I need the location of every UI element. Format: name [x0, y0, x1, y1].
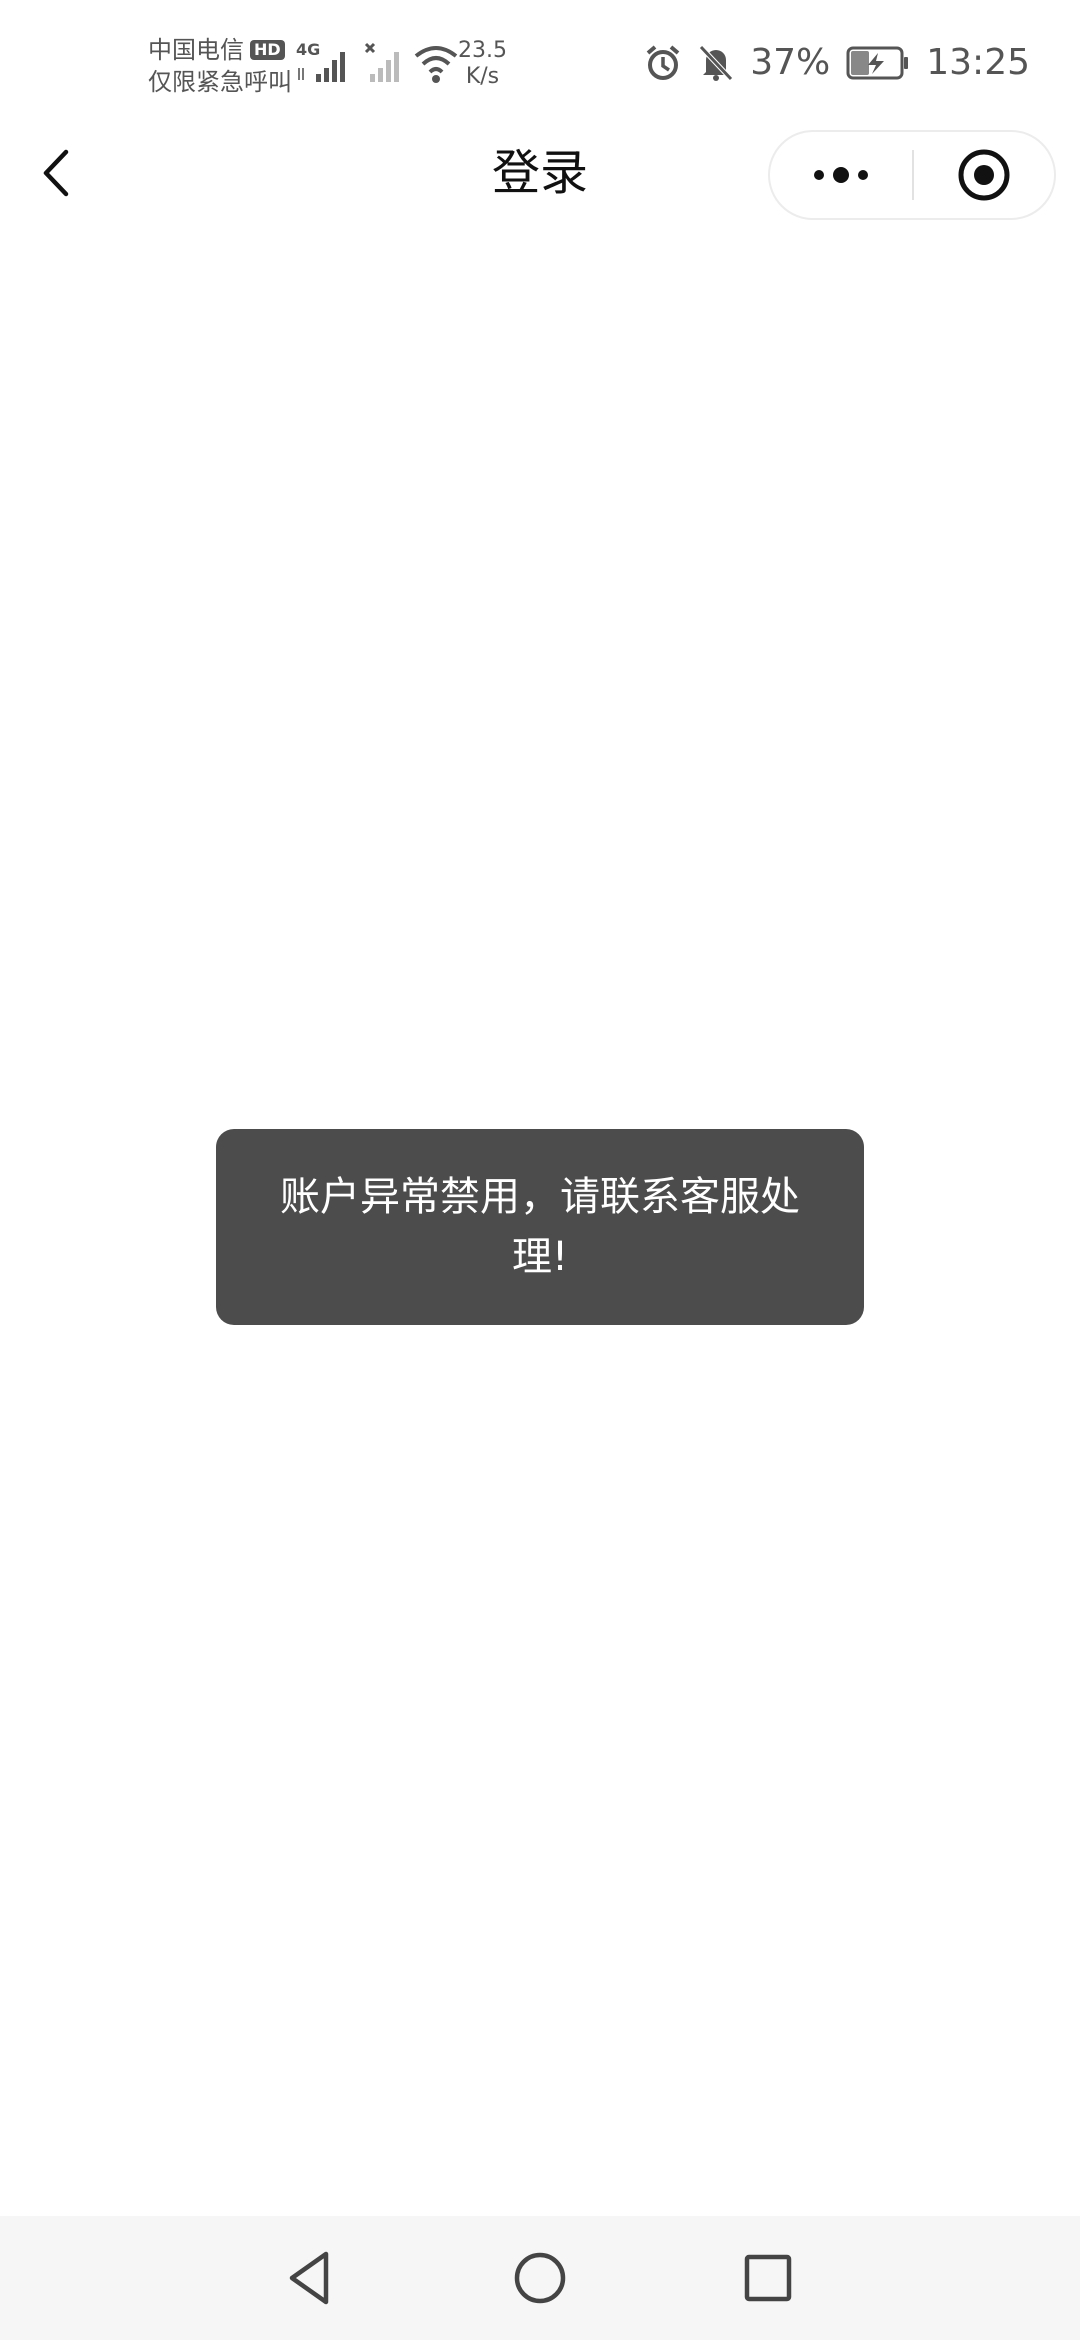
emergency-text: 仅限紧急呼叫: [148, 68, 292, 96]
battery-percent: 37%: [750, 42, 831, 83]
carrier-info: 中国电信 HD 仅限紧急呼叫: [148, 34, 292, 98]
alarm-icon: [646, 44, 680, 80]
battery-charging-icon: [846, 46, 909, 79]
hd-badge: HD: [250, 40, 285, 60]
square-recents-icon: [744, 2254, 792, 2302]
carrier-name: 中国电信: [148, 36, 244, 64]
system-back-button[interactable]: [282, 2248, 342, 2308]
status-bar: 中国电信 HD 仅限紧急呼叫 4G 23.5 K/s 37% 13:25: [0, 0, 1080, 130]
more-button[interactable]: [770, 132, 912, 218]
toast-message: 账户异常禁用，请联系客服处理!: [280, 1174, 800, 1280]
status-right: 37% 13:25: [644, 42, 1030, 83]
mini-program-capsule: [768, 130, 1056, 220]
system-recents-button[interactable]: [738, 2248, 798, 2308]
more-dots-icon: [814, 167, 868, 183]
mute-bell-icon: [699, 44, 734, 81]
clock-time: 13:25: [926, 42, 1030, 83]
circle-home-icon: [514, 2252, 566, 2304]
signal-4g-icon: 4G: [296, 40, 354, 84]
net-speed: 23.5 K/s: [458, 38, 507, 90]
wifi-icon: [414, 46, 458, 83]
close-mini-program-button[interactable]: [914, 132, 1054, 218]
toast: 账户异常禁用，请联系客服处理!: [216, 1129, 864, 1325]
net-speed-value: 23.5: [458, 38, 507, 63]
net-speed-unit: K/s: [465, 64, 500, 89]
system-nav-bar: [0, 2216, 1080, 2340]
signal-group: 4G: [296, 40, 458, 84]
no-sim-signal-icon: [364, 42, 399, 82]
system-home-button[interactable]: [510, 2248, 570, 2308]
nav-bar: 登录: [0, 130, 1080, 220]
close-target-icon: [958, 149, 1010, 201]
screen: 中国电信 HD 仅限紧急呼叫 4G 23.5 K/s 37% 13:25 登录 …: [0, 0, 1080, 2340]
triangle-back-icon: [289, 2251, 329, 2305]
